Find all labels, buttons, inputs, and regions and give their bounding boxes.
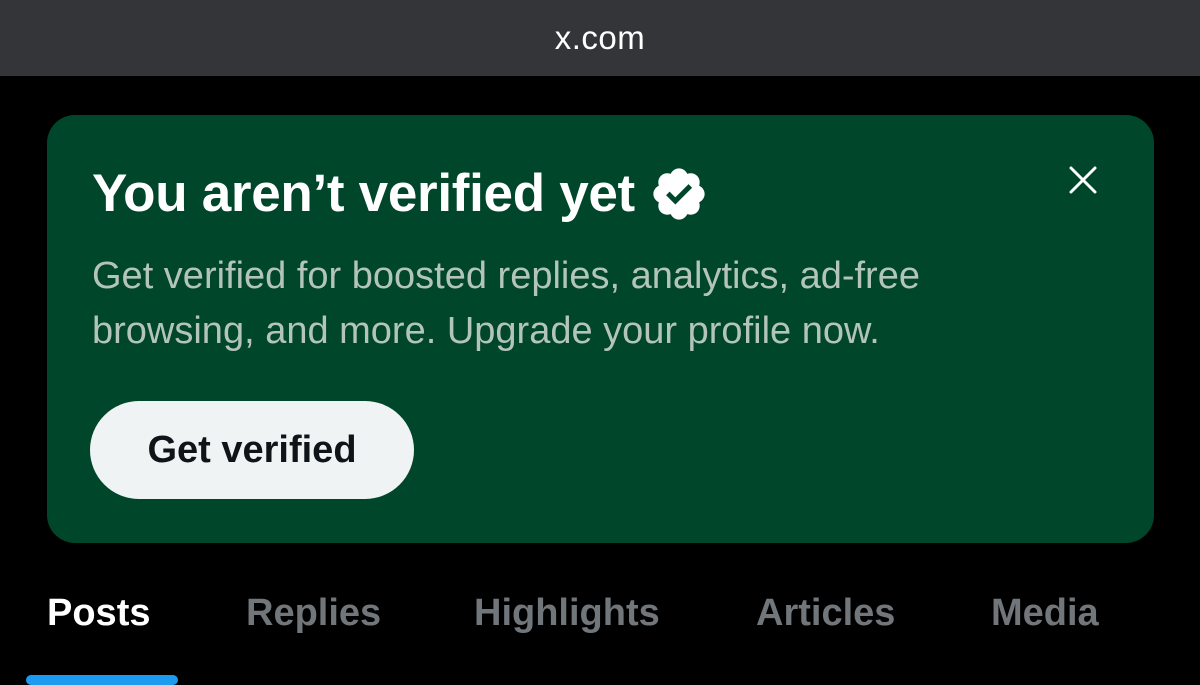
verified-badge-icon [649,164,709,224]
close-icon [1069,166,1097,194]
profile-tabs: Posts Replies Highlights Articles Media [0,580,1200,685]
close-button[interactable] [1060,157,1106,203]
tab-media[interactable]: Media [991,592,1099,635]
active-tab-indicator [26,675,178,685]
banner-title: You aren’t verified yet [92,164,635,223]
get-verified-button[interactable]: Get verified [90,401,414,499]
tab-articles[interactable]: Articles [756,592,895,635]
url-text[interactable]: x.com [555,19,646,57]
browser-url-bar[interactable]: x.com [0,0,1200,76]
tab-replies[interactable]: Replies [246,592,381,635]
tab-posts[interactable]: Posts [47,592,150,635]
verification-banner: You aren’t verified yet Get verified for… [47,115,1154,543]
banner-title-row: You aren’t verified yet [92,163,709,224]
tab-highlights[interactable]: Highlights [474,592,660,635]
banner-description: Get verified for boosted replies, analyt… [92,255,920,352]
